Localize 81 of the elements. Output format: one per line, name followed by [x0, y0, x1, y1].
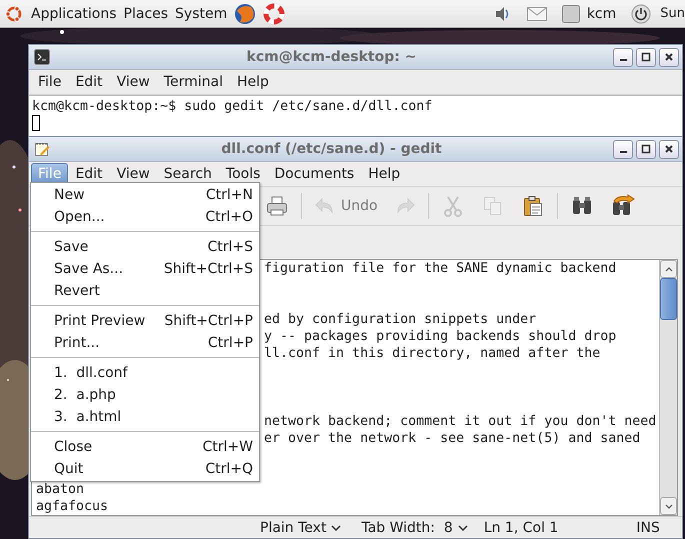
- shortcut-label: Ctrl+N: [206, 187, 253, 203]
- menu-item[interactable]: Tools: [218, 163, 268, 185]
- cursor-position: Ln 1, Col 1: [484, 520, 558, 536]
- menu-item[interactable]: Save As...: [54, 261, 124, 277]
- menu-item[interactable]: Edit: [68, 163, 110, 185]
- minimize-button[interactable]: [613, 48, 633, 66]
- envelope-icon[interactable]: [526, 6, 547, 20]
- minimize-button[interactable]: [613, 140, 633, 158]
- language-dropdown[interactable]: Plain Text: [260, 520, 342, 536]
- code-line: network backend; comment it out if you don't need: [264, 414, 656, 429]
- panel-menu[interactable]: Applications: [31, 6, 117, 22]
- menu-item[interactable]: Help: [361, 163, 408, 185]
- lifebuoy-icon[interactable]: [263, 2, 286, 24]
- menu-item[interactable]: 3. a.html: [54, 409, 122, 425]
- text-cursor: [32, 115, 40, 131]
- close-icon: [664, 144, 674, 154]
- menu-item[interactable]: View: [110, 163, 157, 185]
- menu-item[interactable]: Print Preview: [54, 313, 146, 329]
- clock[interactable]: Sun: [660, 6, 685, 21]
- browser-globe-icon[interactable]: [234, 2, 256, 24]
- maximize-button[interactable]: [636, 140, 656, 158]
- terminal-icon: [34, 49, 50, 65]
- menu-item[interactable]: Help: [230, 71, 276, 93]
- shortcut-label: Ctrl+S: [207, 239, 253, 255]
- code-line: abaton: [36, 482, 84, 497]
- close-button[interactable]: [659, 140, 679, 158]
- menu-item[interactable]: Close: [54, 439, 92, 455]
- menu-item[interactable]: 1. dll.conf: [54, 365, 128, 381]
- minimize-icon: [620, 59, 626, 61]
- power-icon[interactable]: [631, 4, 652, 24]
- shortcut-label: Ctrl+P: [208, 335, 253, 351]
- minimize-icon: [620, 151, 626, 153]
- ubuntu-logo-icon[interactable]: [4, 4, 24, 24]
- user-name[interactable]: kcm: [586, 6, 616, 22]
- user-square-icon: [562, 4, 580, 22]
- code-line: figuration file for the SANE dynamic backend: [264, 261, 616, 276]
- maximize-icon: [641, 52, 651, 62]
- panel-menu[interactable]: Places: [124, 6, 168, 22]
- terminal-line: kcm@kcm-desktop:~$ sudo gedit /etc/sane.d/dll.conf: [32, 98, 434, 115]
- menu-item[interactable]: Save: [54, 239, 88, 255]
- menu-item[interactable]: New: [54, 187, 85, 203]
- code-line: er over the network - see sane-net(5) and saned: [264, 431, 640, 446]
- scroll-thumb[interactable]: [660, 278, 677, 320]
- shortcut-label: Ctrl+W: [202, 439, 253, 455]
- notepad-icon: [34, 141, 50, 157]
- menu-item[interactable]: View: [110, 71, 157, 93]
- menu-item[interactable]: Revert: [54, 283, 100, 299]
- maximize-icon: [641, 144, 651, 154]
- shortcut-label: Shift+Ctrl+S: [164, 261, 253, 277]
- close-button[interactable]: [659, 48, 679, 66]
- chevron-down-icon: [331, 524, 342, 530]
- shortcut-label: Ctrl+O: [205, 209, 253, 225]
- scrollbar[interactable]: [659, 260, 677, 515]
- window-title: dll.conf (/etc/sane.d) - gedit: [220, 141, 443, 157]
- chevron-up-icon: [664, 266, 672, 272]
- chevron-down-icon: [664, 504, 672, 508]
- code-line: y -- packages providing backends should drop: [264, 329, 616, 344]
- code-line: agfafocus: [36, 499, 108, 514]
- window-title: kcm@kcm-desktop: ~: [246, 49, 418, 65]
- panel-menu[interactable]: System: [175, 6, 228, 22]
- menu-item[interactable]: Edit: [68, 71, 110, 93]
- tab-width-dropdown[interactable]: Tab Width: 8: [361, 520, 468, 536]
- scroll-down-button[interactable]: [660, 497, 677, 515]
- code-line: ed by configuration snippets under: [264, 312, 536, 327]
- menu-item[interactable]: File: [31, 71, 68, 93]
- menu-item[interactable]: Print...: [54, 335, 100, 351]
- menu-item[interactable]: Open...: [54, 209, 105, 225]
- printer-icon: [265, 194, 289, 218]
- menu-item[interactable]: Terminal: [156, 71, 230, 93]
- menu-item[interactable]: Documents: [267, 163, 362, 185]
- code-line: ll.conf in this directory, named after the: [264, 346, 600, 361]
- shortcut-label: Ctrl+Q: [205, 461, 253, 477]
- menu-item[interactable]: Quit: [54, 461, 84, 477]
- menu-item[interactable]: 2. a.php: [54, 387, 116, 403]
- shortcut-label: Shift+Ctrl+P: [164, 313, 253, 329]
- scroll-up-button[interactable]: [660, 260, 677, 278]
- maximize-button[interactable]: [636, 48, 656, 66]
- insert-mode: INS: [636, 520, 660, 536]
- close-icon: [664, 52, 674, 62]
- menu-item[interactable]: Search: [156, 163, 219, 185]
- chevron-down-icon: [458, 524, 468, 530]
